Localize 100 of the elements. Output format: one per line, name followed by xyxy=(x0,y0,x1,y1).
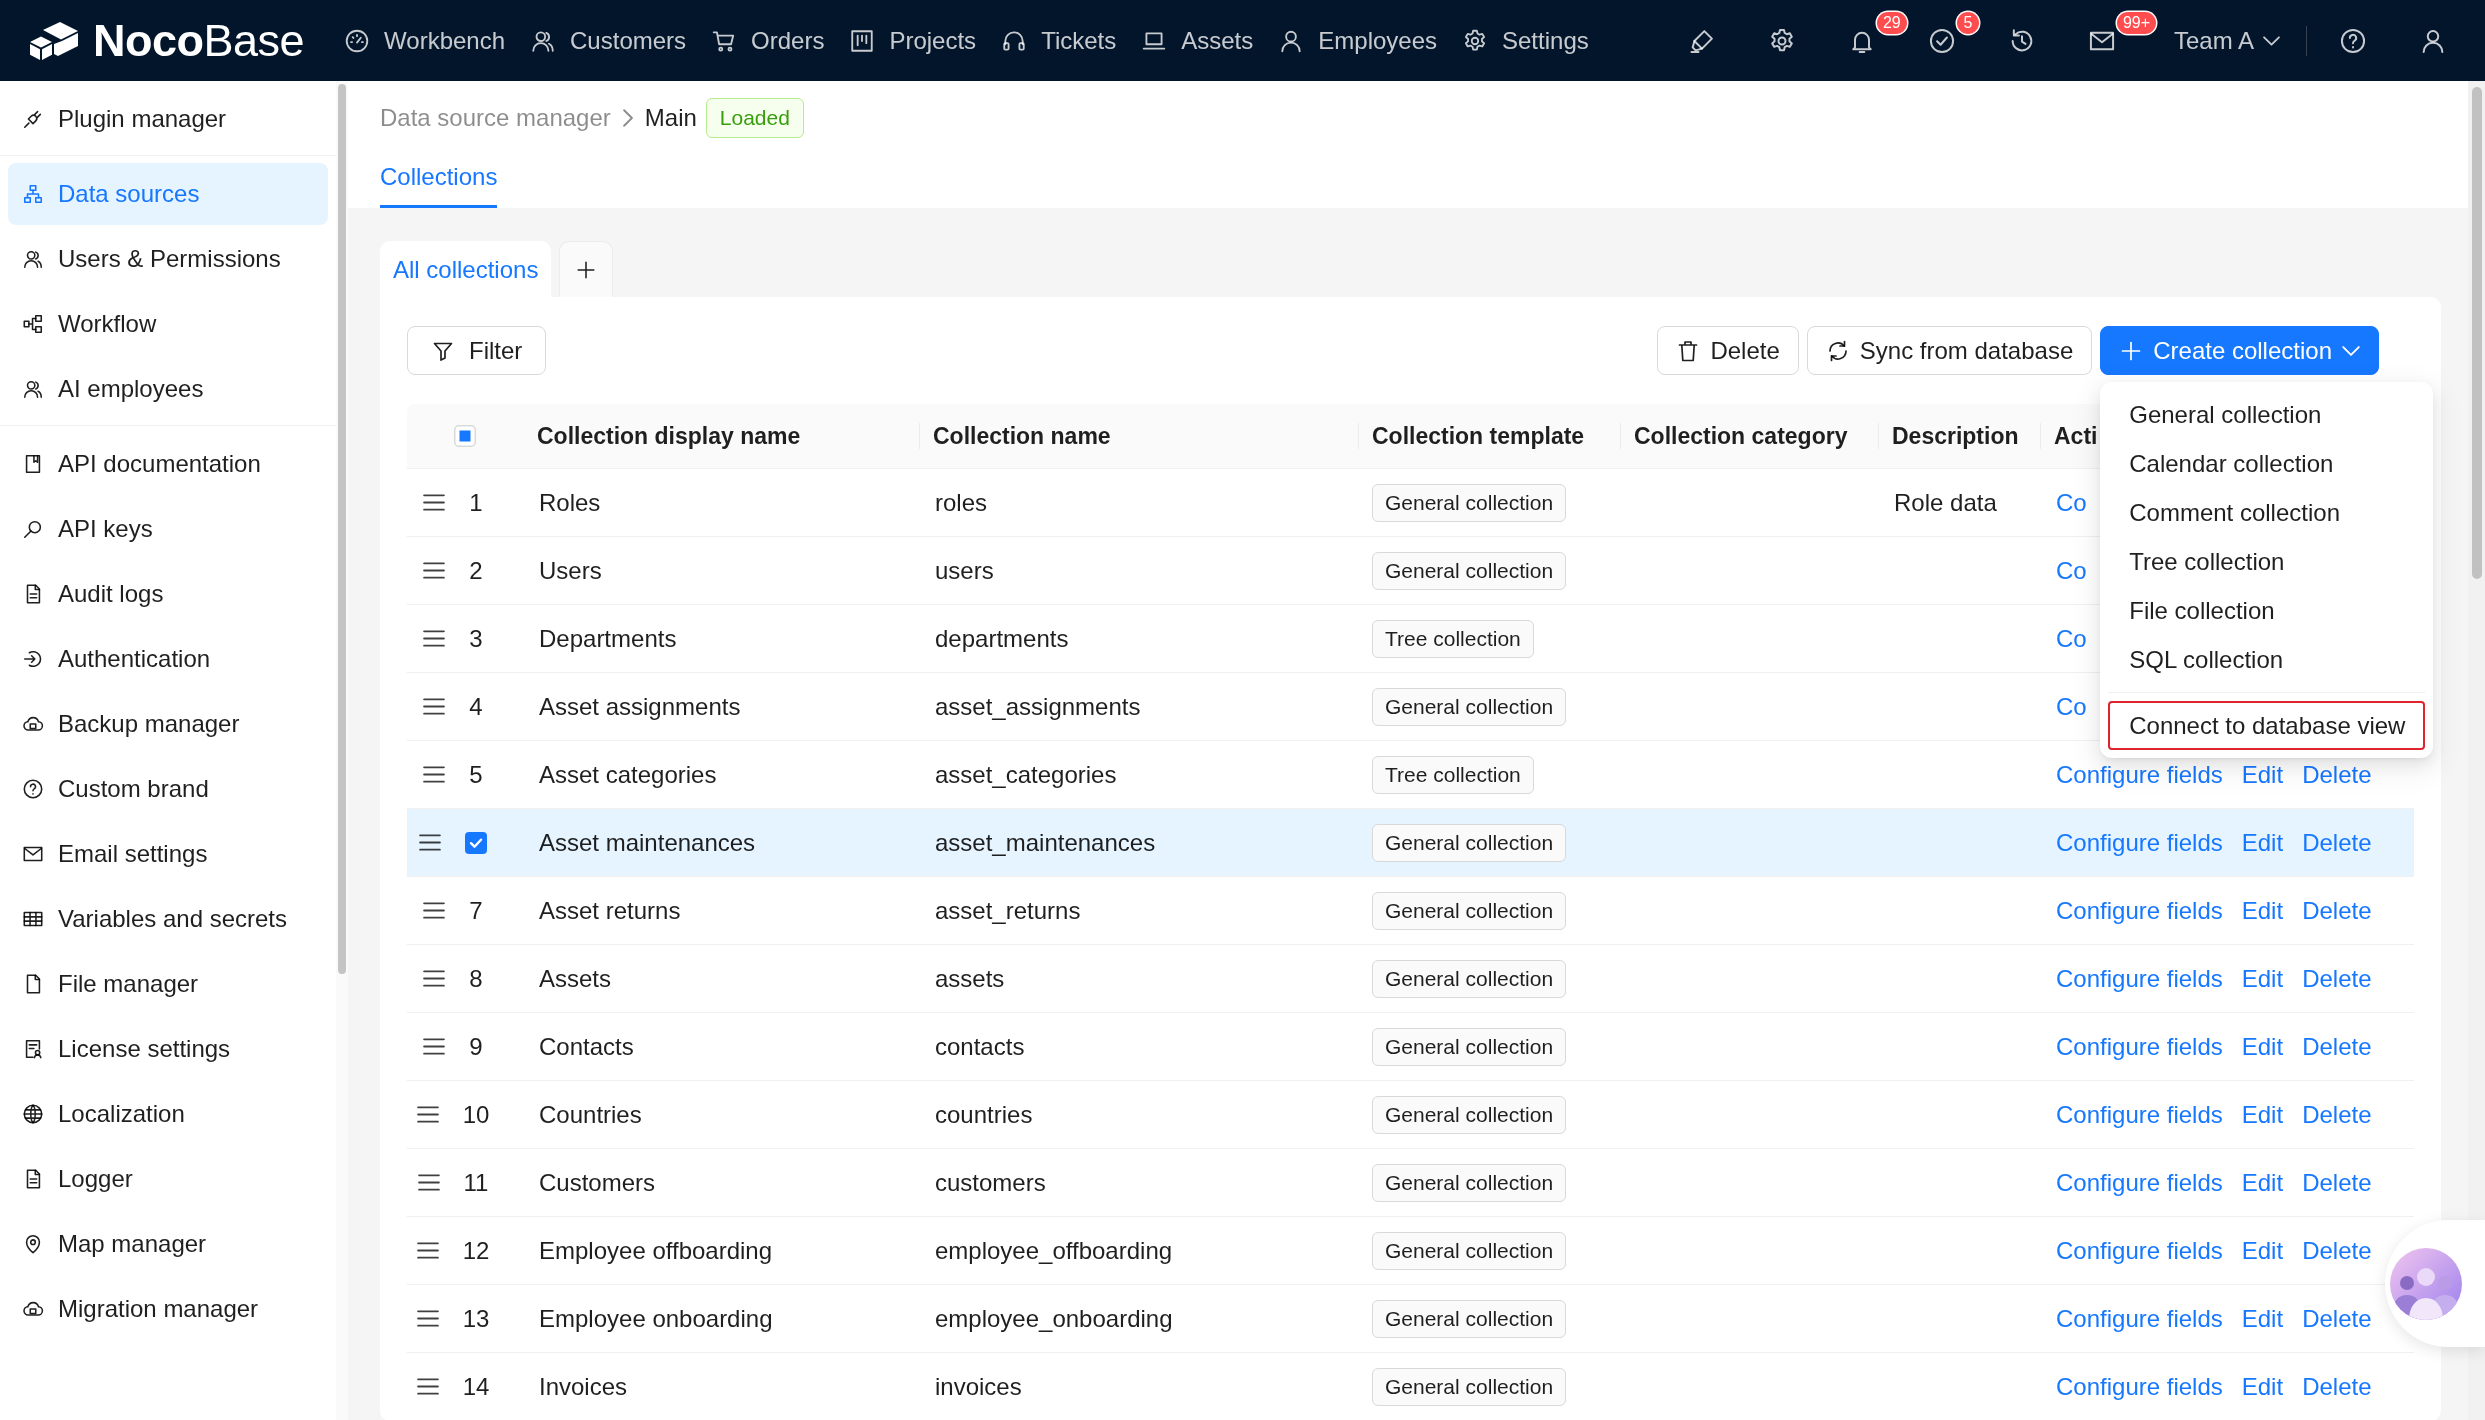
drag-handle-icon[interactable] xyxy=(423,970,446,987)
drag-handle-icon[interactable] xyxy=(419,834,441,851)
nav-link[interactable]: Tickets xyxy=(1001,26,1117,55)
action-link[interactable]: Configure fields xyxy=(2056,1304,2223,1333)
sidebar-item[interactable]: File manager xyxy=(8,953,328,1015)
sidebar-item[interactable]: API keys xyxy=(8,498,328,560)
sidebar-item[interactable]: Authentication xyxy=(8,628,328,690)
action-link[interactable]: Configure fields xyxy=(2056,828,2223,857)
action-link[interactable]: Edit xyxy=(2241,964,2284,993)
sidebar-item[interactable]: Audit logs xyxy=(8,563,328,625)
nav-link[interactable]: Assets xyxy=(1141,26,1254,55)
select-all-checkbox[interactable] xyxy=(454,425,476,447)
sidebar-item[interactable]: Variables and secrets xyxy=(8,888,328,950)
display-name-text: Asset returns xyxy=(539,896,681,925)
sidebar-item[interactable]: Localization xyxy=(8,1083,328,1145)
sidebar-item[interactable]: API documentation xyxy=(8,433,328,495)
action-link[interactable]: Configure fields xyxy=(2056,1236,2223,1265)
nav-link[interactable]: Employees xyxy=(1278,26,1437,55)
drag-handle-icon[interactable] xyxy=(416,1106,439,1123)
drag-handle-icon[interactable] xyxy=(423,766,446,783)
action-link[interactable]: Edit xyxy=(2241,1168,2284,1197)
action-link[interactable]: Edit xyxy=(2241,1032,2284,1061)
action-link[interactable]: Configure fields xyxy=(2056,1372,2223,1401)
row-checkbox[interactable] xyxy=(465,831,487,854)
check-circle-icon[interactable] xyxy=(1927,26,1956,55)
sidebar-item[interactable]: Backup manager xyxy=(8,693,328,755)
action-link[interactable]: Delete xyxy=(2302,896,2372,925)
nav-link[interactable]: Workbench xyxy=(344,26,506,55)
drag-handle-icon[interactable] xyxy=(423,630,446,647)
action-link[interactable]: Delete xyxy=(2302,1168,2372,1197)
sidebar-item[interactable]: Data sources xyxy=(8,163,328,225)
drag-handle-icon[interactable] xyxy=(423,1038,446,1055)
sidebar-item[interactable]: Custom brand xyxy=(8,758,328,820)
drag-handle-icon[interactable] xyxy=(416,1378,439,1395)
nav-link[interactable]: Projects xyxy=(849,26,977,55)
action-link[interactable]: Delete xyxy=(2302,1100,2372,1129)
action-link[interactable]: Co xyxy=(2056,556,2087,585)
sidebar-item[interactable]: Plugin manager xyxy=(8,88,328,150)
drag-handle-icon[interactable] xyxy=(417,1174,440,1191)
nav-link[interactable]: Settings xyxy=(1462,26,1589,55)
drag-handle-icon[interactable] xyxy=(416,1242,439,1259)
action-link[interactable]: Delete xyxy=(2302,828,2372,857)
action-link[interactable]: Configure fields xyxy=(2056,760,2223,789)
breadcrumb-link[interactable]: Data source manager xyxy=(380,104,611,132)
action-link[interactable]: Delete xyxy=(2302,1236,2372,1265)
action-link[interactable]: Configure fields xyxy=(2056,964,2223,993)
menu-item[interactable]: General collection xyxy=(2108,390,2426,439)
action-link[interactable]: Co xyxy=(2056,692,2087,721)
menu-item[interactable]: Connect to database view xyxy=(2108,701,2426,750)
drag-handle-icon[interactable] xyxy=(423,562,446,579)
action-link[interactable]: Configure fields xyxy=(2056,896,2223,925)
scrollbar-thumb[interactable] xyxy=(338,84,346,974)
action-link[interactable]: Edit xyxy=(2241,828,2284,857)
tab[interactable]: Collections xyxy=(380,152,498,208)
action-link[interactable]: Configure fields xyxy=(2056,1168,2223,1197)
sidebar-item[interactable]: Migration manager xyxy=(8,1278,328,1340)
action-link[interactable]: Edit xyxy=(2241,760,2284,789)
action-link[interactable]: Edit xyxy=(2241,896,2284,925)
display-name-text: Employee onboarding xyxy=(539,1304,773,1333)
filter-button[interactable]: Filter xyxy=(407,326,547,375)
action-link[interactable]: Edit xyxy=(2241,1304,2284,1333)
menu-item[interactable]: File collection xyxy=(2108,586,2426,635)
sidebar-item[interactable]: Users & Permissions xyxy=(8,228,328,290)
drag-handle-icon[interactable] xyxy=(423,494,446,511)
collection-tab[interactable]: All collections xyxy=(380,241,552,297)
action-link[interactable]: Edit xyxy=(2241,1236,2284,1265)
action-link[interactable]: Delete xyxy=(2302,964,2372,993)
scrollbar-thumb[interactable] xyxy=(2471,87,2482,579)
nav-link[interactable]: Orders xyxy=(711,26,825,55)
drag-handle-icon[interactable] xyxy=(423,902,446,919)
action-link[interactable]: Co xyxy=(2056,624,2087,653)
collection-name-text: assets xyxy=(935,964,1005,993)
sidebar-item[interactable]: AI employees xyxy=(8,358,328,420)
menu-item[interactable]: Tree collection xyxy=(2108,537,2426,586)
menu-item[interactable]: Calendar collection xyxy=(2108,439,2426,488)
dropdown-button[interactable]: Create collection xyxy=(2100,326,2379,375)
collection-name-text: asset_categories xyxy=(935,760,1117,789)
nav-link[interactable]: Customers xyxy=(530,26,687,55)
action-link[interactable]: Delete xyxy=(2302,760,2372,789)
sidebar-item[interactable]: License settings xyxy=(8,1018,328,1080)
action-link[interactable]: Delete xyxy=(2302,1372,2372,1401)
menu-item[interactable]: SQL collection xyxy=(2108,635,2426,684)
action-link[interactable]: Edit xyxy=(2241,1372,2284,1401)
menu-item[interactable]: Comment collection xyxy=(2108,488,2426,537)
action-link[interactable]: Co xyxy=(2056,488,2087,517)
sidebar-item[interactable]: Workflow xyxy=(8,293,328,355)
sidebar-item[interactable]: Logger xyxy=(8,1148,328,1210)
action-link[interactable]: Edit xyxy=(2241,1100,2284,1129)
team-selector[interactable]: Team A xyxy=(2173,25,2280,56)
action-link[interactable]: Configure fields xyxy=(2056,1100,2223,1129)
action-link[interactable]: Delete xyxy=(2302,1304,2372,1333)
drag-handle-icon[interactable] xyxy=(416,1310,439,1327)
toolbar-button[interactable]: Delete xyxy=(1657,326,1799,375)
action-link[interactable]: Delete xyxy=(2302,1032,2372,1061)
help-icon[interactable] xyxy=(2339,26,2367,55)
action-link[interactable]: Configure fields xyxy=(2056,1032,2223,1061)
sidebar-item[interactable]: Map manager xyxy=(8,1213,328,1275)
toolbar-button[interactable]: Sync from database xyxy=(1806,326,2093,375)
sidebar-item[interactable]: Email settings xyxy=(8,823,328,885)
drag-handle-icon[interactable] xyxy=(423,698,446,715)
